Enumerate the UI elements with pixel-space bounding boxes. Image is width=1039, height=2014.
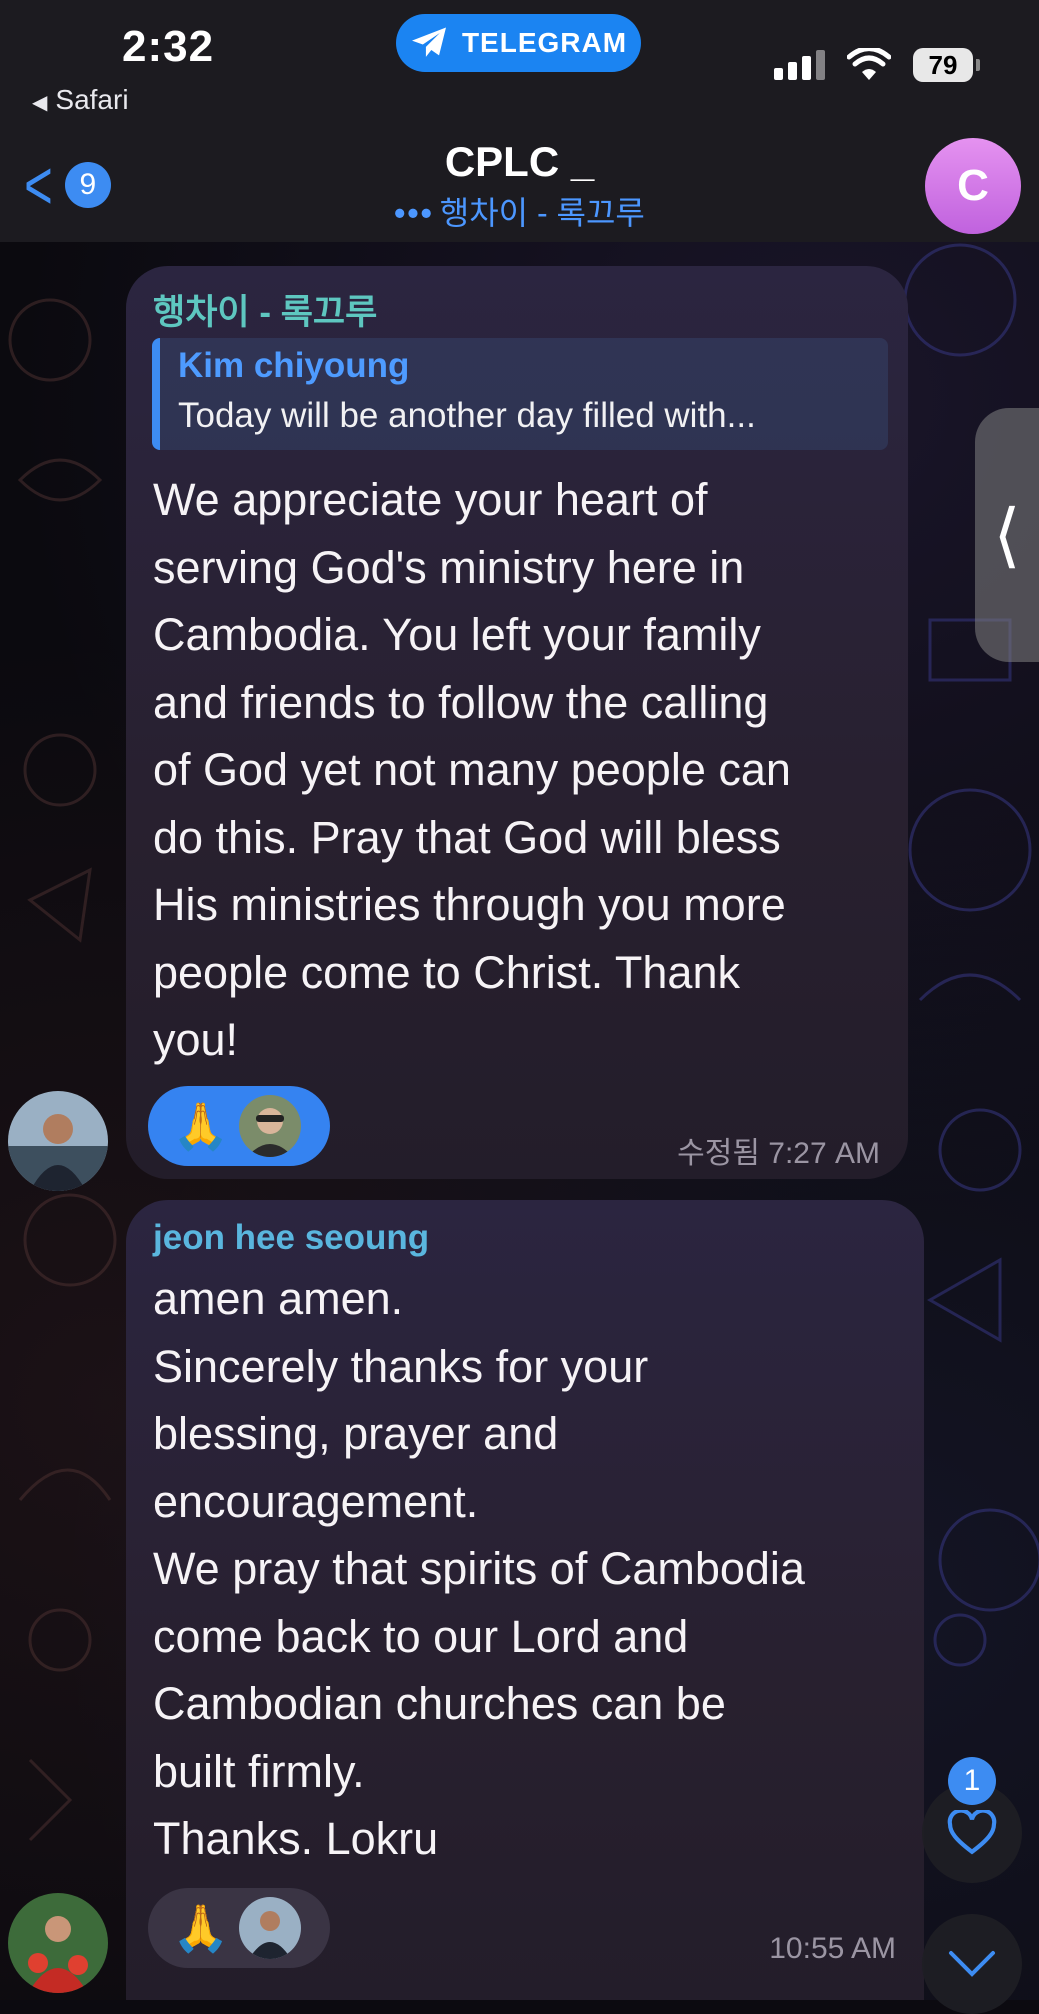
typing-indicator-icon: ••• [394,195,434,231]
cellular-signal-icon [774,50,825,80]
message-timestamp: 수정됨 7:27 AM [677,1137,880,1170]
reactor-avatar [239,1897,302,1959]
battery-indicator: 79 [913,48,980,82]
message-sender[interactable]: 행차이 - 록끄루 [153,284,377,335]
chevron-left-icon: ⟨ [993,496,1021,574]
scroll-down-button[interactable] [922,1914,1022,2014]
status-icons: 79 [774,48,980,82]
telegram-pill[interactable]: TELEGRAM [396,14,641,72]
reply-author: Kim chiyoung [178,346,410,385]
chat-avatar[interactable]: C [925,138,1021,234]
message-bubble[interactable]: 행차이 - 록끄루 Kim chiyoung Today will be ano… [126,266,908,1179]
message-sender[interactable]: jeon hee seoung [153,1218,429,1258]
sender-avatar[interactable] [8,1893,108,1993]
status-time: 2:32 [122,22,215,71]
pray-emoji-icon: 🙏 [172,1902,230,1954]
back-to-app-link[interactable]: ◀ Safari [32,84,129,116]
message-bubble[interactable]: jeon hee seoung amen amen. Sincerely tha… [126,1200,924,2000]
message-text: amen amen. Sincerely thanks for your ble… [153,1273,805,1864]
message-text: We appreciate your heart of serving God'… [153,474,791,1065]
chevron-down-icon [949,1951,995,1977]
reaction-chip[interactable]: 🙏 [148,1086,330,1166]
side-panel-toggle[interactable]: ⟨ [975,408,1039,662]
reply-snippet: Today will be another day filled with... [178,396,756,435]
chat-title[interactable]: CPLC _ [0,138,1039,186]
back-app-label: Safari [55,84,129,115]
reaction-chip[interactable]: 🙏 [148,1888,330,1968]
top-bar: 2:32 ◀ Safari TELEGRAM 79 < 9 CPLC _ ••• 행… [0,0,1039,242]
chat-subtitle: ••• 행차이 - 록끄루 [0,188,1039,234]
wifi-icon [847,48,891,80]
telegram-plane-icon [411,27,446,57]
sender-avatar[interactable] [8,1091,108,1191]
heart-icon [947,1810,997,1855]
back-triangle-icon: ◀ [32,92,48,114]
telegram-pill-label: TELEGRAM [461,27,628,58]
pray-emoji-icon: 🙏 [172,1100,230,1152]
message-timestamp: 10:55 AM [769,1932,896,1965]
typing-user: 행차이 - 록끄루 [439,195,645,231]
reactor-avatar [239,1095,302,1157]
reaction-count-badge: 1 [948,1757,996,1805]
reply-quote[interactable]: Kim chiyoung Today will be another day f… [152,338,888,450]
